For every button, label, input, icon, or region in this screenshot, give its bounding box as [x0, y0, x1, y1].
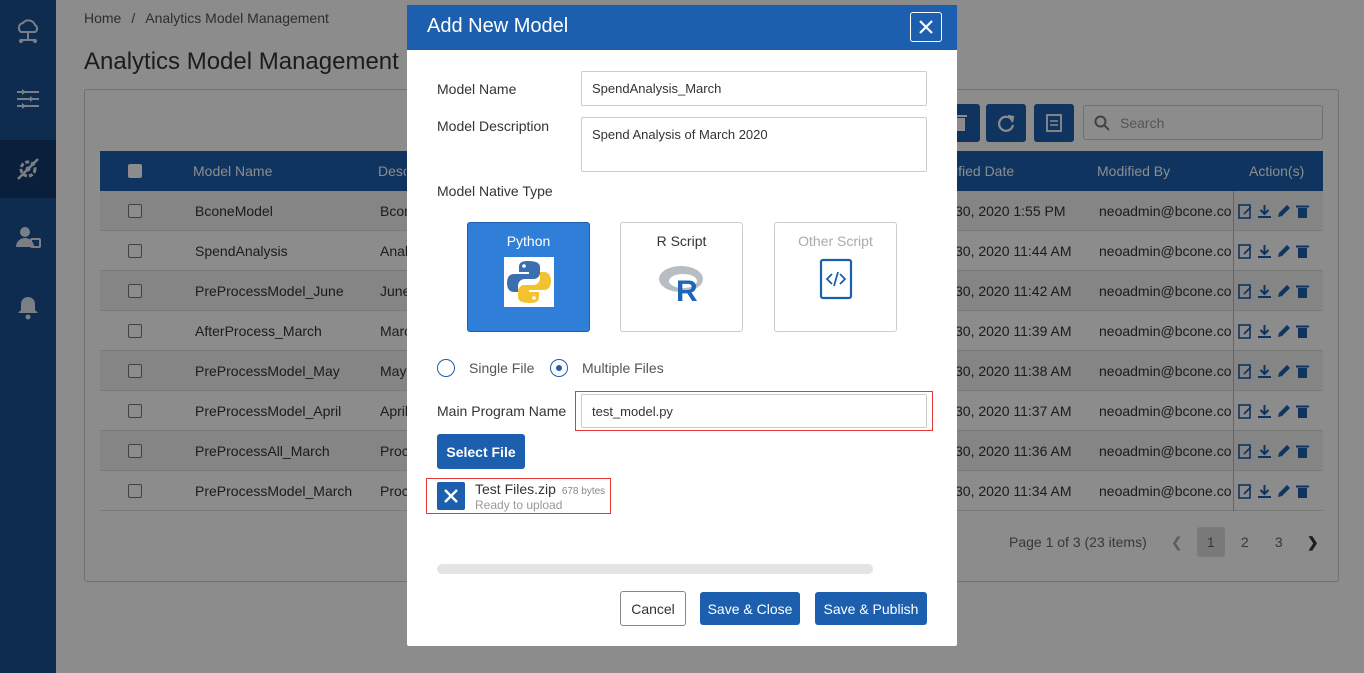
cancel-button[interactable]: Cancel: [620, 591, 686, 626]
multiple-files-radio[interactable]: [550, 359, 568, 377]
main-program-label: Main Program Name: [437, 403, 567, 419]
save-close-button[interactable]: Save & Close: [700, 592, 800, 625]
type-label-r-script: R Script: [656, 233, 707, 249]
save-publish-button[interactable]: Save & Publish: [815, 592, 927, 625]
file-item: Test Files.zip 678 bytes: [475, 481, 605, 497]
add-model-dialog: Add New Model Model Name Model Descripti…: [407, 5, 957, 646]
file-status: Ready to upload: [475, 498, 563, 512]
r-logo-icon: R: [658, 266, 703, 307]
single-file-label[interactable]: Single File: [469, 360, 534, 376]
main-program-field[interactable]: [581, 394, 927, 428]
remove-file-button[interactable]: [437, 482, 465, 510]
file-size: 678 bytes: [561, 486, 606, 497]
model-description-field[interactable]: Spend Analysis of March 2020: [581, 117, 927, 172]
native-type-label: Model Native Type: [437, 183, 553, 199]
code-file-icon: [819, 258, 852, 300]
close-icon: [919, 20, 933, 34]
multiple-files-label[interactable]: Multiple Files: [582, 360, 664, 376]
dialog-title: Add New Model: [427, 15, 569, 37]
type-card-r-script[interactable]: R Script R: [620, 222, 743, 332]
select-file-button[interactable]: Select File: [437, 434, 525, 469]
svg-text:R: R: [676, 275, 698, 307]
file-name: Test Files.zip: [475, 481, 556, 497]
dialog-header: Add New Model: [407, 5, 957, 50]
model-name-label: Model Name: [437, 81, 517, 97]
type-card-other-script[interactable]: Other Script: [774, 222, 897, 332]
upload-progress-bar: [437, 564, 873, 574]
type-label-other-script: Other Script: [798, 233, 873, 249]
close-button[interactable]: [910, 12, 942, 42]
model-description-label: Model Description: [437, 118, 550, 134]
single-file-radio[interactable]: [437, 359, 455, 377]
type-label-python: Python: [506, 233, 551, 249]
close-icon: [444, 489, 458, 503]
python-logo-icon: [503, 257, 554, 307]
type-card-python[interactable]: Python: [467, 222, 590, 332]
model-name-field[interactable]: [581, 71, 927, 106]
